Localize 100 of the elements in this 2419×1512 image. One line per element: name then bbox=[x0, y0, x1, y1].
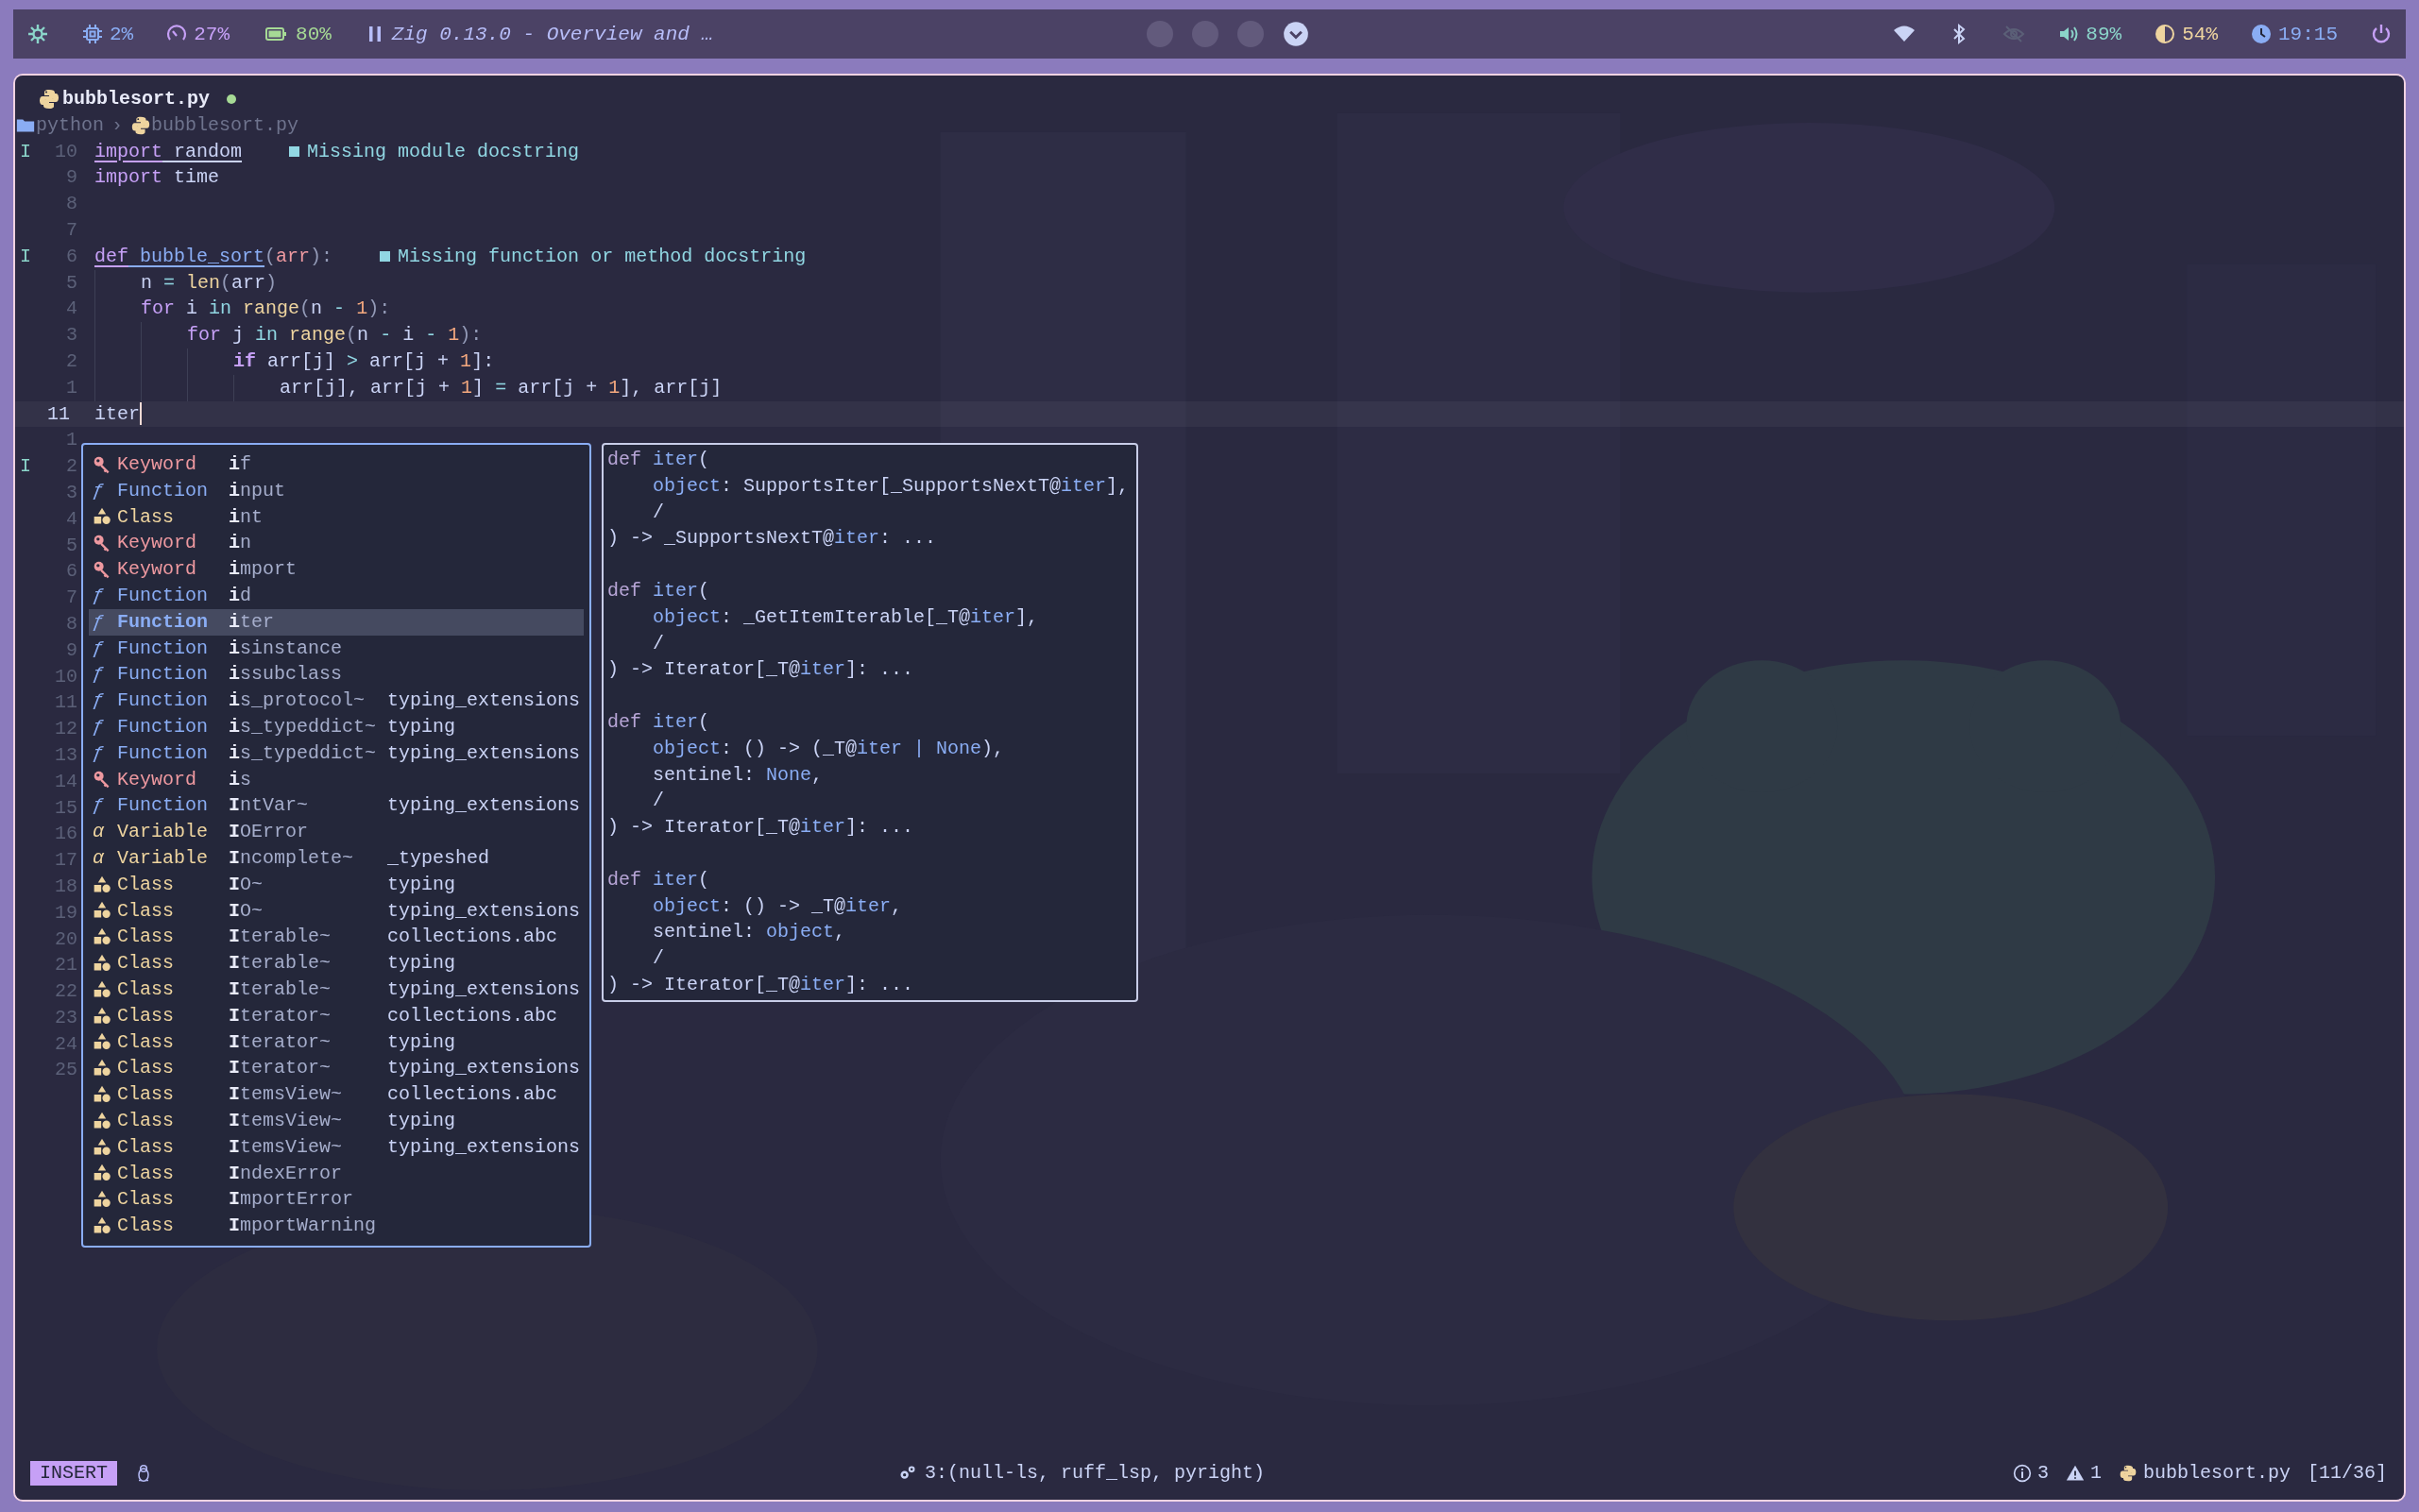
completion-item[interactable]: Keyword in bbox=[89, 530, 584, 557]
completion-item[interactable]: ƒ Function IntVar~ typing_extensions bbox=[89, 792, 584, 820]
completion-item[interactable]: α Variable IOError bbox=[89, 819, 584, 845]
cpu-icon[interactable] bbox=[81, 23, 104, 45]
doc-line: / bbox=[652, 946, 665, 972]
shapes-icon bbox=[93, 927, 111, 947]
completion-item[interactable]: Class IndexError bbox=[89, 1160, 584, 1187]
completion-item[interactable]: ƒ Function input bbox=[89, 477, 584, 504]
line-number: 11 bbox=[54, 690, 78, 716]
square-icon bbox=[380, 251, 391, 263]
shapes-icon bbox=[93, 1137, 111, 1157]
line-number: 5 bbox=[65, 270, 78, 296]
completion-item[interactable]: Class ImportError bbox=[89, 1186, 584, 1214]
square-icon bbox=[289, 146, 300, 157]
doc-line: ) -> Iterator[_T@iter]: ... bbox=[607, 657, 915, 683]
power-icon[interactable] bbox=[2370, 23, 2393, 45]
battery-level: 80% bbox=[296, 23, 332, 45]
load-usage: 27% bbox=[194, 23, 230, 45]
completion-item[interactable]: Class Iterator~ collections.abc bbox=[89, 1002, 584, 1029]
line-number: 7 bbox=[65, 218, 78, 243]
completion-item[interactable]: Keyword is bbox=[89, 766, 584, 793]
line-number: 10 bbox=[54, 139, 78, 164]
line-number: 25 bbox=[54, 1058, 78, 1083]
doc-line: def iter( bbox=[607, 579, 711, 603]
completion-item[interactable]: Class ItemsView~ typing_extensions bbox=[89, 1133, 584, 1161]
shapes-icon bbox=[93, 1164, 111, 1183]
completion-item[interactable]: Keyword if bbox=[89, 451, 584, 478]
workspace-dot[interactable] bbox=[1192, 21, 1218, 47]
key-icon bbox=[93, 534, 111, 553]
key-icon bbox=[93, 454, 111, 474]
completion-item[interactable]: Class ImportWarning bbox=[89, 1213, 584, 1239]
completion-item[interactable]: Class Iterable~ collections.abc bbox=[89, 924, 584, 951]
completion-item[interactable]: Class int bbox=[89, 503, 584, 531]
line-number: 20 bbox=[54, 926, 78, 952]
gutter-sign: I bbox=[19, 454, 32, 480]
volume-level: 89% bbox=[2086, 23, 2122, 45]
line-number: 16 bbox=[54, 822, 78, 847]
completion-item[interactable]: ƒ Function is_typeddict~ typing bbox=[89, 713, 584, 740]
function-icon: ƒ bbox=[93, 635, 117, 662]
media-title: Zig 0.13.0 - Overview and … bbox=[391, 23, 714, 45]
line-number: 11 bbox=[46, 401, 71, 427]
code-line: for j in range(n - i - 1): bbox=[94, 322, 483, 348]
file-tab[interactable]: bubblesort.py bbox=[38, 86, 211, 112]
shapes-icon bbox=[93, 507, 111, 527]
line-number: 9 bbox=[65, 637, 78, 663]
line-number: 10 bbox=[54, 664, 78, 689]
clock-icon[interactable] bbox=[2250, 23, 2273, 45]
doc-line: object: SupportsIter[_SupportsNextT@iter], bbox=[652, 473, 1131, 499]
completion-item[interactable]: Keyword import bbox=[89, 556, 584, 583]
workspace-dot[interactable] bbox=[1147, 21, 1173, 47]
completion-item[interactable]: ƒ Function iter bbox=[89, 608, 584, 636]
line-number: 1 bbox=[65, 375, 78, 400]
completion-item[interactable]: Class Iterator~ typing_extensions bbox=[89, 1055, 584, 1082]
completion-item[interactable]: Class IO~ typing bbox=[89, 871, 584, 898]
code-line: for i in range(n - 1): bbox=[94, 296, 391, 323]
python-icon bbox=[38, 87, 60, 110]
doc-line: def iter( bbox=[607, 867, 711, 892]
text-cursor bbox=[140, 402, 142, 426]
key-icon bbox=[93, 770, 111, 790]
code-line: def bubble_sort(arr): bbox=[94, 244, 333, 269]
code-line: import random bbox=[94, 139, 243, 164]
line-number: 8 bbox=[65, 192, 78, 217]
completion-item[interactable]: Class Iterable~ typing bbox=[89, 950, 584, 977]
shapes-icon bbox=[93, 1085, 111, 1104]
completion-item[interactable]: ƒ Function isinstance bbox=[89, 635, 584, 662]
doc-line: object: () -> (_T@iter | None), bbox=[652, 736, 1006, 761]
completion-item[interactable]: α Variable Incomplete~ _typeshed bbox=[89, 844, 584, 872]
doc-line: / bbox=[652, 789, 665, 814]
doc-line: object: () -> _T@iter, bbox=[652, 893, 904, 919]
completion-item[interactable]: Class ItemsView~ collections.abc bbox=[89, 1081, 584, 1108]
line-number: 8 bbox=[65, 611, 78, 637]
completion-item[interactable]: ƒ Function is_protocol~ typing_extensions bbox=[89, 688, 584, 714]
line-number: 3 bbox=[65, 323, 78, 348]
doc-line: object: _GetItemIterable[_T@iter], bbox=[652, 604, 1040, 630]
doc-line: def iter( bbox=[607, 448, 711, 472]
breadcrumb-separator: › bbox=[111, 112, 125, 138]
completion-item[interactable]: Class Iterator~ typing bbox=[89, 1028, 584, 1056]
function-icon: ƒ bbox=[93, 583, 117, 609]
shapes-icon bbox=[93, 954, 111, 974]
workspace-dot[interactable] bbox=[1237, 21, 1264, 47]
completion-item[interactable]: ƒ Function is_typeddict~ typing_extensions bbox=[89, 739, 584, 767]
diagnostic-message: Missing function or method docstring bbox=[398, 244, 807, 269]
cursor-position: [11/36] bbox=[2308, 1461, 2387, 1487]
completion-item[interactable]: ƒ Function id bbox=[89, 583, 584, 609]
line-number: 23 bbox=[54, 1005, 78, 1030]
snowflake-icon[interactable] bbox=[26, 23, 49, 45]
contrast-icon[interactable] bbox=[2154, 23, 2177, 45]
gutter-sign: I bbox=[19, 139, 32, 164]
completion-item[interactable]: Class Iterable~ typing_extensions bbox=[89, 976, 584, 1003]
line-number: 18 bbox=[54, 874, 78, 899]
chevron-down-icon[interactable] bbox=[1283, 21, 1309, 47]
line-number: 15 bbox=[54, 795, 78, 821]
completion-item[interactable]: Class ItemsView~ typing bbox=[89, 1107, 584, 1134]
completion-item[interactable]: ƒ Function issubclass bbox=[89, 661, 584, 688]
shapes-icon bbox=[93, 875, 111, 894]
line-number: 5 bbox=[65, 533, 78, 558]
completion-item[interactable]: Class IO~ typing_extensions bbox=[89, 897, 584, 925]
line-number: 12 bbox=[54, 717, 78, 742]
shapes-icon bbox=[93, 1111, 111, 1130]
doc-line: sentinel: None, bbox=[652, 762, 825, 788]
